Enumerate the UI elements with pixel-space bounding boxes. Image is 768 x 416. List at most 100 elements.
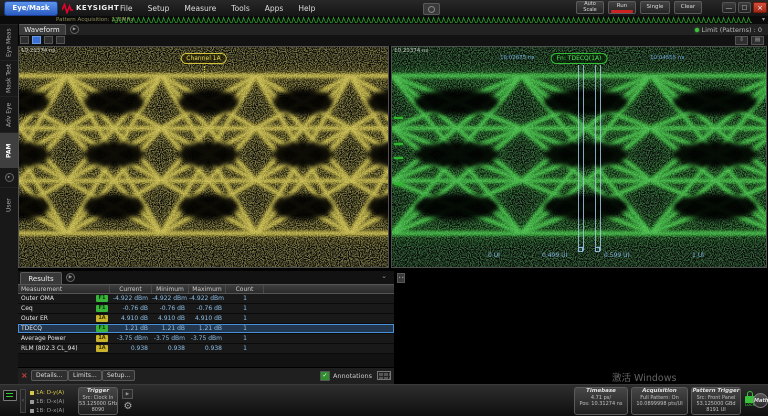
minimize-button[interactable]: —	[722, 2, 736, 13]
signal-label: 1A: D-y(A)	[36, 390, 64, 396]
display-mode-4-button[interactable]	[56, 36, 65, 44]
clear-button[interactable]: Clear	[674, 1, 702, 14]
filler-cell	[264, 314, 394, 323]
ui-marker-handle[interactable]	[578, 247, 583, 252]
results-menu-button[interactable]: ▶	[66, 273, 75, 282]
maximum-value: 1.21 dB	[189, 324, 226, 333]
table-row[interactable]: RLM (802.3 CL_94)1A0.9380.9380.9381	[18, 344, 394, 354]
count-value: 1	[226, 344, 264, 353]
annotations-checkbox[interactable]: ✓	[320, 371, 330, 381]
strip-dropdown-caret[interactable]: ▾	[762, 16, 765, 24]
tdecq-window-line[interactable]	[595, 65, 596, 251]
eye-panel-channel[interactable]: 10.21374 ns Channel 1A	[18, 46, 389, 268]
ui-axis-label: 0.599 UI	[604, 252, 629, 259]
ui-marker-handle[interactable]	[595, 247, 600, 252]
sidebar-tab-eye-meas[interactable]: Eye Meas	[0, 24, 18, 60]
measurement-name-cell: Outer ER1A	[18, 314, 110, 323]
results-close-icon[interactable]: ×	[21, 371, 28, 381]
signal-color-swatch	[30, 409, 34, 413]
left-panel-time-label: 10.21374 ns	[21, 48, 55, 54]
column-header: Current	[110, 285, 152, 293]
display-mode-2-button[interactable]	[32, 36, 41, 44]
right-panel-time-label: 10.21374 ns	[394, 48, 428, 54]
display-mode-3-button[interactable]	[44, 36, 53, 44]
setup-button[interactable]: Setup...	[102, 370, 135, 381]
run-stop-button[interactable]: Run	[608, 1, 636, 14]
details-button[interactable]: Details...	[31, 370, 68, 381]
menu-help[interactable]: Help	[298, 4, 315, 13]
signal-color-swatch	[30, 400, 34, 404]
export-icon[interactable]: ⇩	[735, 36, 748, 45]
signal-list-item[interactable]: 1B: D-x(A)	[30, 406, 76, 415]
menu-measure[interactable]: Measure	[184, 4, 216, 13]
waveform-tab-menu-button[interactable]: ▶	[70, 25, 79, 34]
table-row[interactable]: Average Power1A-3.75 dBm-3.75 dBm-3.75 d…	[18, 334, 394, 344]
ui-axis-label: 0.499 UI	[542, 252, 567, 259]
eye-panel-tdecq[interactable]: 10.21374 ns 10.02675 ns Fn: TDECQ(1A) 10…	[391, 46, 767, 268]
grid-layout-icon[interactable]	[377, 371, 391, 380]
minimum-value: 0.938	[152, 344, 189, 353]
limits-button[interactable]: Limits...	[68, 370, 102, 381]
menu-apps[interactable]: Apps	[265, 4, 284, 13]
sidebar-tab-adv-eye[interactable]: Adv Eye	[0, 96, 18, 132]
tdecq-window-line[interactable]	[600, 65, 601, 251]
signal-label: 1B: D-x(A)	[36, 399, 64, 405]
restore-button[interactable]: □	[738, 2, 751, 13]
status-bar: ‹ 1A: D-y(A) 1B: D-x(A)1B: D-x(A) Trigger…	[0, 384, 768, 416]
sidebar-tab-mask-test[interactable]: Mask Test	[0, 60, 18, 96]
close-button[interactable]: ×	[753, 2, 767, 13]
table-row[interactable]: CeqF1-0.76 dB-0.76 dB-0.76 dB1	[18, 304, 394, 314]
sidebar-history-button[interactable]: ▸	[5, 173, 14, 182]
splitter-handle[interactable]: ∙∙	[397, 273, 405, 283]
tab-results[interactable]: Results	[20, 272, 62, 284]
trigger-panel[interactable]: Trigger Src: Clock In 53.125000 GHz 8090	[78, 387, 118, 415]
auto-scale-button[interactable]: Auto Scale	[576, 1, 604, 14]
results-table: MeasurementCurrentMinimumMaximumCountOut…	[18, 284, 394, 354]
sidebar-tab-pam[interactable]: PAM	[0, 132, 18, 168]
display-monitor-icon[interactable]	[3, 390, 17, 401]
measurement-name-cell: Outer OMAF1	[18, 294, 110, 303]
annotations-toggle[interactable]: ✓ Annotations	[320, 371, 372, 381]
keysight-logo: KEYSIGHT	[62, 0, 119, 16]
current-value: 1.21 dB	[110, 324, 152, 333]
statusbar-play-icon[interactable]: ▶	[122, 389, 133, 399]
display-toolbar: ⇩ ▤	[18, 35, 768, 46]
count-value: 1	[226, 304, 264, 313]
eye-mask-mode-button[interactable]: Eye/Mask	[4, 1, 58, 16]
acquisition-panel[interactable]: Acquisition Full Pattern: On 10.0899998 …	[631, 387, 688, 415]
screenshot-camera-icon[interactable]	[423, 3, 440, 15]
run-label: Run	[617, 3, 628, 9]
menu-tools[interactable]: Tools	[231, 4, 249, 13]
print-icon[interactable]: ▤	[751, 36, 764, 45]
channel-list-scroll-left[interactable]: ‹	[20, 389, 26, 413]
table-row[interactable]: Outer ER1A4.910 dB4.910 dB4.910 dB1	[18, 314, 394, 324]
signal-list-item[interactable]: 1A: D-y(A)	[30, 388, 76, 397]
display-mode-1-button[interactable]	[20, 36, 29, 44]
column-header: Measurement	[18, 285, 110, 293]
source-badge: 1A	[96, 315, 108, 322]
tdecq-window-line[interactable]	[583, 65, 584, 251]
gear-icon[interactable]: ⚙	[121, 400, 135, 414]
table-row[interactable]: Outer OMAF1-4.922 dBm-4.922 dBm-4.922 dB…	[18, 294, 394, 304]
pattern-trigger-panel[interactable]: Pattern Trigger Src: Front Panel 53.1250…	[691, 387, 741, 415]
single-button[interactable]: Single	[640, 1, 670, 14]
signal-list-item[interactable]: 1B: D-x(A)	[30, 397, 76, 406]
table-row[interactable]: TDECQF11.21 dB1.21 dB1.21 dB1	[18, 324, 394, 334]
sidebar-tab-user[interactable]: User	[0, 187, 18, 223]
current-value: -4.922 dBm	[110, 294, 152, 303]
tdecq-window-line[interactable]	[578, 65, 579, 251]
timebase-panel[interactable]: Timebase 4.71 ps/ Pos: 10.31274 ns	[574, 387, 628, 415]
menu-file[interactable]: File	[120, 4, 133, 13]
ui-axis-label: 0 UI	[488, 252, 500, 259]
math-button[interactable]: Math	[753, 393, 768, 408]
timebase-position: Pos: 10.31274 ns	[575, 401, 627, 407]
channel-source-badge[interactable]: Channel 1A	[180, 53, 226, 64]
source-badge: F1	[96, 295, 108, 302]
results-panel: Results ▶ ⌄ MeasurementCurrentMinimumMax…	[18, 271, 394, 384]
measurement-sidebar: Eye MeasMask TestAdv EyePAM ▸ User	[0, 24, 19, 384]
tab-waveform[interactable]: Waveform	[18, 24, 66, 35]
titlebar: Eye/Mask KEYSIGHT File Setup Measure Tools A…	[0, 0, 768, 17]
results-collapse-button[interactable]: ⌄	[378, 272, 390, 282]
tdecq-function-badge[interactable]: Fn: TDECQ(1A)	[551, 53, 608, 64]
menu-setup[interactable]: Setup	[148, 4, 170, 13]
